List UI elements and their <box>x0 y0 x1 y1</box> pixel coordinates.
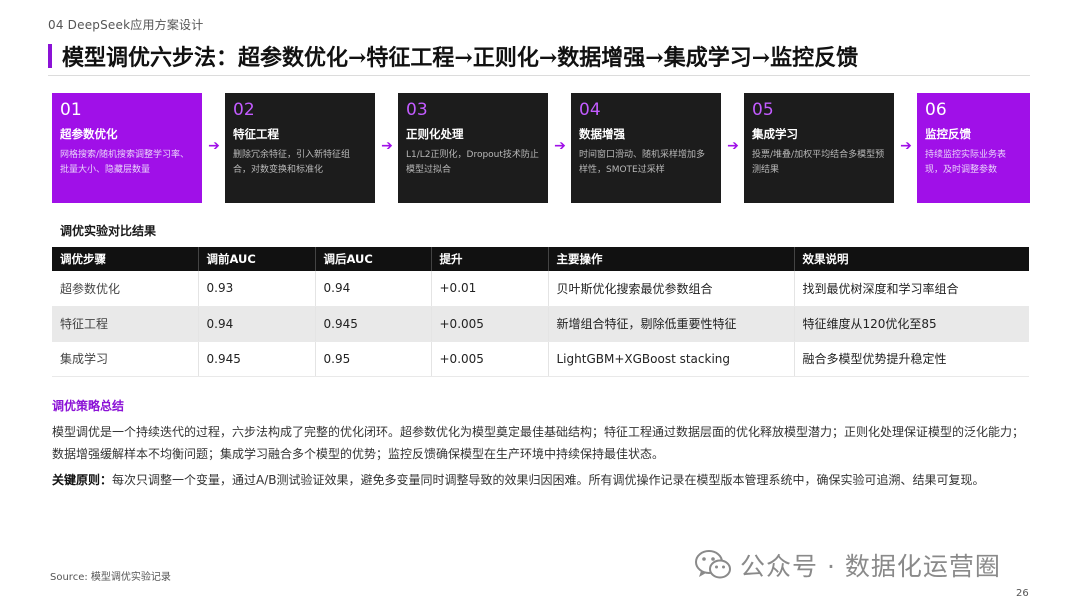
strategy-heading: 调优策略总结 <box>52 399 125 413</box>
table-cell: 0.945 <box>198 341 316 377</box>
step-title: 特征工程 <box>233 127 279 141</box>
table-cell: 贝叶斯优化搜索最优参数组合 <box>548 271 795 307</box>
results-table: 调优步骤 调前AUC 调后AUC 提升 主要操作 效果说明 超参数优化 0.93… <box>52 247 1029 377</box>
table-cell: 0.93 <box>198 271 316 307</box>
step-number: 04 <box>579 100 601 120</box>
table-cell: 0.94 <box>198 306 316 342</box>
table-header-row: 调优步骤 调前AUC 调后AUC 提升 主要操作 效果说明 <box>52 247 1029 271</box>
table-cell: 0.94 <box>315 271 432 307</box>
table-row: 超参数优化 0.93 0.94 +0.01 贝叶斯优化搜索最优参数组合 找到最优… <box>52 271 1029 307</box>
results-heading: 调优实验对比结果 <box>60 224 157 238</box>
table-cell: 特征工程 <box>52 306 199 342</box>
source-note: Source: 模型调优实验记录 <box>50 572 171 583</box>
section-label: 04 DeepSeek应用方案设计 <box>48 18 204 32</box>
table-cell: LightGBM+XGBoost stacking <box>548 341 795 377</box>
step-number: 05 <box>752 100 774 120</box>
step-title: 数据增强 <box>579 127 625 141</box>
title-accent-bar <box>48 44 52 68</box>
key-principle-text: 每次只调整一个变量，通过A/B测试验证效果，避免多变量同时调整导致的效果归因困难… <box>112 473 985 487</box>
step-title: 集成学习 <box>752 127 798 141</box>
table-cell: 找到最优树深度和学习率组合 <box>794 271 1029 307</box>
arrow-right-icon: ➔ <box>554 138 566 154</box>
column-header: 主要操作 <box>548 247 795 271</box>
step-card-2: 02 特征工程 删除冗余特征，引入新特征组合，对数变换和标准化 <box>225 93 375 203</box>
step-description: 投票/堆叠/加权平均结合多模型预测结果 <box>752 150 885 175</box>
arrow-right-icon: ➔ <box>381 138 393 154</box>
step-card-6: 06 监控反馈 持续监控实际业务表现，及时调整参数 <box>917 93 1030 203</box>
step-title: 超参数优化 <box>60 127 118 141</box>
step-description: 时间窗口滑动、随机采样增加多样性，SMOTE过采样 <box>579 150 706 175</box>
table-cell: 新增组合特征，剔除低重要性特征 <box>548 306 795 342</box>
column-header: 效果说明 <box>794 247 1029 271</box>
step-description: L1/L2正则化，Dropout技术防止模型过拟合 <box>406 150 539 175</box>
column-header: 提升 <box>431 247 549 271</box>
strategy-summary: 模型调优是一个持续迭代的过程，六步法构成了完整的优化闭环。超参数优化为模型奠定最… <box>52 425 1025 461</box>
table-row: 集成学习 0.945 0.95 +0.005 LightGBM+XGBoost … <box>52 341 1029 377</box>
table-cell: +0.005 <box>431 341 549 377</box>
step-title: 正则化处理 <box>406 127 464 141</box>
column-header: 调后AUC <box>315 247 432 271</box>
title-divider <box>48 75 1030 76</box>
table-cell: 0.95 <box>315 341 432 377</box>
table-cell: 0.945 <box>315 306 432 342</box>
step-number: 01 <box>60 100 82 120</box>
table-row: 特征工程 0.94 0.945 +0.005 新增组合特征，剔除低重要性特征 特… <box>52 306 1029 342</box>
step-card-1: 01 超参数优化 网格搜索/随机搜索调整学习率、批量大小、隐藏层数量 <box>52 93 202 203</box>
arrow-right-icon: ➔ <box>900 138 912 154</box>
step-number: 03 <box>406 100 428 120</box>
step-card-3: 03 正则化处理 L1/L2正则化，Dropout技术防止模型过拟合 <box>398 93 548 203</box>
step-description: 网格搜索/随机搜索调整学习率、批量大小、隐藏层数量 <box>60 150 190 175</box>
arrow-right-icon: ➔ <box>727 138 739 154</box>
page-title: 模型调优六步法：超参数优化→特征工程→正则化→数据增强→集成学习→监控反馈 <box>62 45 859 71</box>
watermark-text: 公众号 · 数据化运营圈 <box>740 552 1001 581</box>
column-header: 调前AUC <box>198 247 316 271</box>
key-principle-label: 关键原则： <box>52 473 113 487</box>
step-description: 删除冗余特征，引入新特征组合，对数变换和标准化 <box>233 150 351 175</box>
column-header: 调优步骤 <box>52 247 199 271</box>
key-principle: 关键原则：每次只调整一个变量，通过A/B测试验证效果，避免多变量同时调整导致的效… <box>52 470 1030 490</box>
table-cell: 融合多模型优势提升稳定性 <box>794 341 1029 377</box>
wechat-icon <box>694 548 732 582</box>
step-title: 监控反馈 <box>925 127 971 141</box>
watermark: 公众号 · 数据化运营圈 <box>694 545 1046 585</box>
table-cell: 超参数优化 <box>52 271 199 307</box>
step-card-5: 05 集成学习 投票/堆叠/加权平均结合多模型预测结果 <box>744 93 894 203</box>
step-card-4: 04 数据增强 时间窗口滑动、随机采样增加多样性，SMOTE过采样 <box>571 93 721 203</box>
arrow-right-icon: ➔ <box>208 138 220 154</box>
step-number: 02 <box>233 100 255 120</box>
page-number: 26 <box>1016 588 1029 599</box>
step-description: 持续监控实际业务表现，及时调整参数 <box>925 150 1007 175</box>
step-flow: 01 超参数优化 网格搜索/随机搜索调整学习率、批量大小、隐藏层数量 ➔ 02 … <box>52 93 1030 203</box>
step-number: 06 <box>925 100 947 120</box>
table-cell: 特征维度从120优化至85 <box>794 306 1029 342</box>
table-cell: 集成学习 <box>52 341 199 377</box>
table-cell: +0.005 <box>431 306 549 342</box>
table-cell: +0.01 <box>431 271 549 307</box>
